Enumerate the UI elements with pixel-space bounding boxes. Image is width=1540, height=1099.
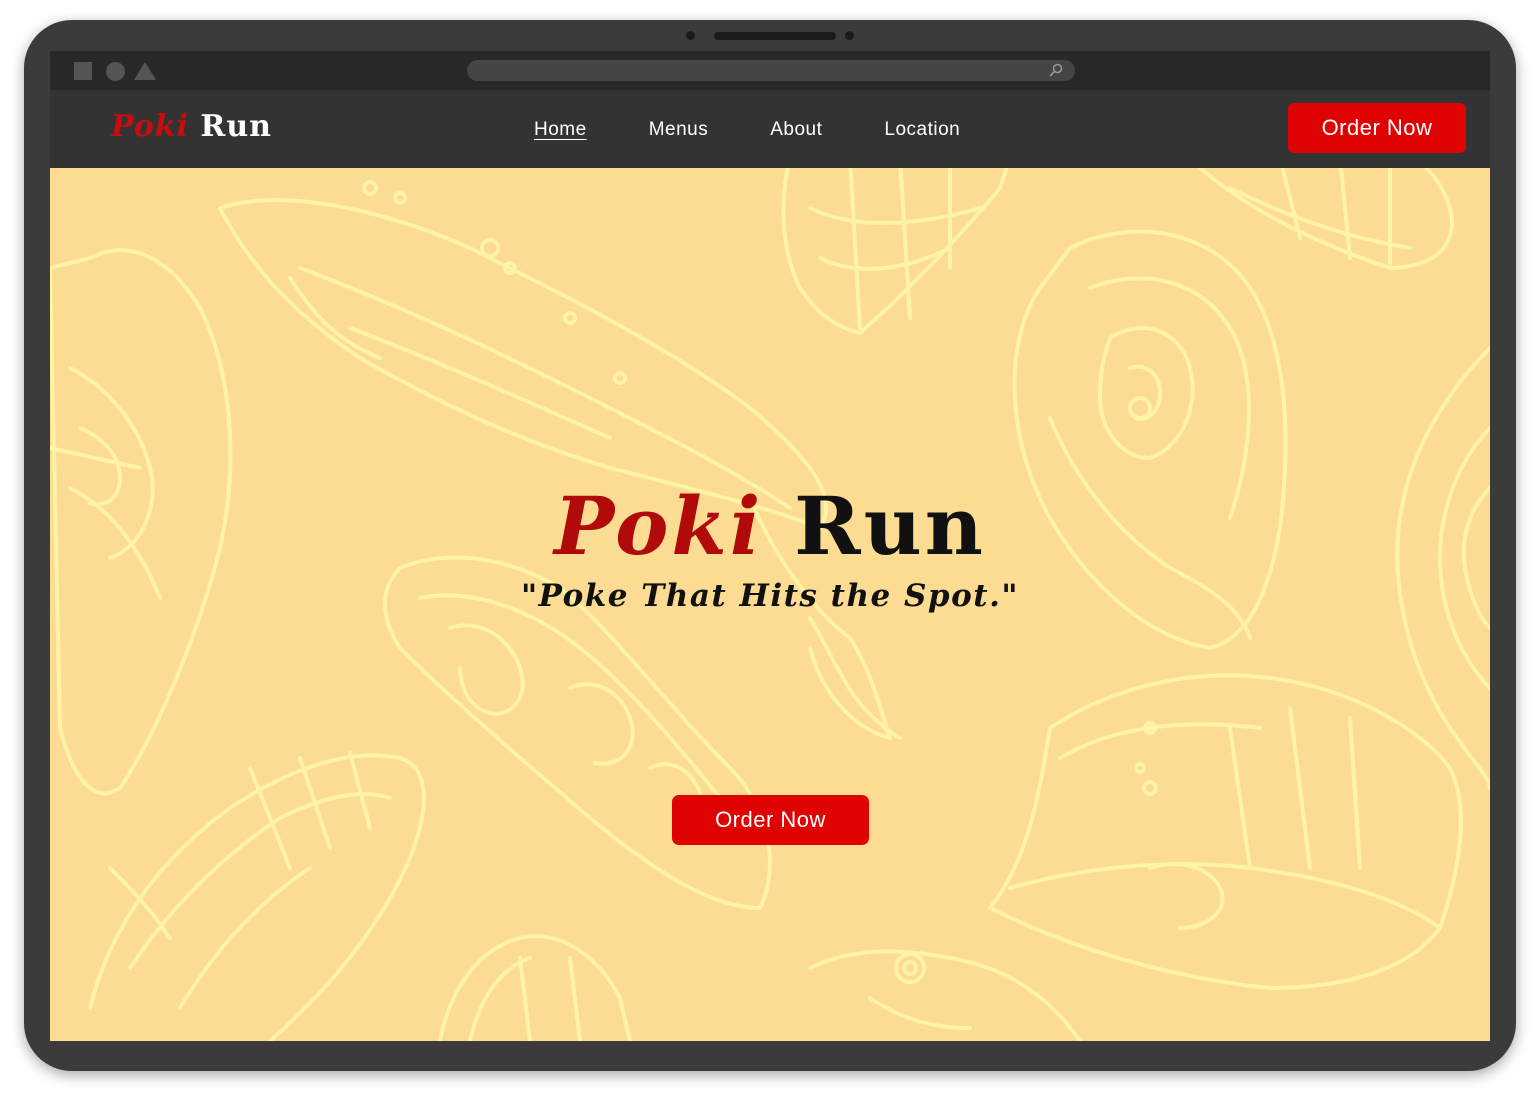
camera-bar: [24, 31, 1516, 41]
camera-dot-right: [845, 31, 854, 40]
hero-section: Poki Run "Poke That Hits the Spot." Orde…: [50, 168, 1490, 1041]
nav-order-now-button[interactable]: Order Now: [1288, 103, 1466, 153]
hero-title-poki: Poki: [554, 479, 764, 573]
window-circle-icon[interactable]: [106, 62, 125, 81]
logo-word-run: Run: [200, 109, 272, 144]
window-square-icon[interactable]: [74, 62, 92, 80]
address-bar[interactable]: [467, 60, 1075, 81]
logo-word-poki: Poki: [111, 109, 189, 144]
nav-links: Home Menus About Location: [534, 119, 1022, 143]
camera-dot-left: [686, 31, 695, 40]
site-navbar: Poki Run Home Menus About Location Order…: [50, 90, 1490, 168]
speaker-slot: [714, 32, 836, 40]
search-icon[interactable]: [1049, 63, 1063, 77]
hero-order-now-button[interactable]: Order Now: [672, 795, 869, 845]
nav-link-home[interactable]: Home: [534, 119, 587, 143]
window-triangle-icon[interactable]: [134, 62, 156, 80]
hero-tagline: "Poke That Hits the Spot.": [520, 578, 1020, 614]
hero-title-run: Run: [794, 479, 986, 573]
screen: Poki Run Home Menus About Location Order…: [50, 51, 1490, 1041]
nav-link-location[interactable]: Location: [884, 119, 960, 143]
browser-toolbar: [50, 51, 1490, 90]
device-frame: Poki Run Home Menus About Location Order…: [24, 20, 1516, 1071]
hero-title: Poki Run: [50, 486, 1490, 566]
site-logo[interactable]: Poki Run: [111, 109, 272, 144]
nav-link-menus[interactable]: Menus: [649, 119, 709, 143]
nav-link-about[interactable]: About: [770, 119, 822, 143]
